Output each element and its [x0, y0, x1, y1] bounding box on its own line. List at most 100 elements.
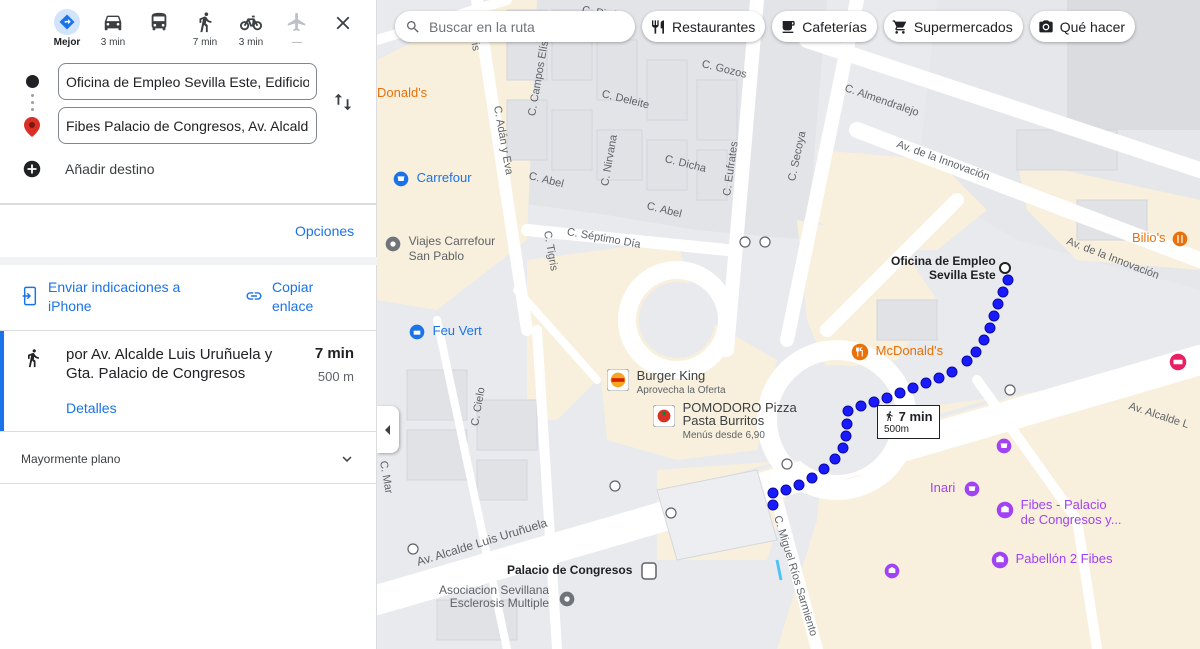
poi-label: Inari — [930, 480, 956, 495]
add-circle-icon — [23, 160, 41, 178]
ticket-pin-icon — [1169, 353, 1187, 371]
poi-asociacion[interactable]: Asociacion Sevillana Esclerosis Multiple — [439, 584, 575, 610]
origin-label-line: Sevilla Este — [929, 268, 996, 282]
poi-label: Asociacion Sevillana — [439, 583, 550, 597]
route-search-box[interactable]: Buscar en la ruta — [395, 11, 635, 42]
shopping-pin-icon — [996, 438, 1012, 454]
origin-dot-icon — [26, 75, 39, 88]
travel-mode-label — [136, 37, 182, 49]
options-button[interactable]: Opciones — [295, 223, 354, 239]
route-option-card[interactable]: por Av. Alcalde Luis Uruñuela y Gta. Pal… — [0, 330, 377, 432]
poi-viajes-carrefour[interactable]: Viajes Carrefour San Pablo — [385, 234, 495, 264]
restaurant-pin-icon — [1172, 231, 1188, 246]
walk-icon — [23, 347, 43, 374]
travel-mode-label: 3 min — [100, 37, 126, 48]
close-icon — [336, 16, 350, 30]
poi-mcdonalds-top[interactable]: Donald's — [377, 85, 427, 100]
copy-link-button[interactable]: Copiar enlace — [245, 278, 332, 316]
destination-pin-icon — [24, 117, 40, 142]
poi-mcdonalds[interactable]: McDonald's — [851, 343, 943, 361]
restaurant-pin-icon — [851, 343, 869, 361]
close-directions-button[interactable] — [332, 12, 354, 34]
chip-cafes[interactable]: Cafeterías — [772, 11, 877, 42]
chip-supermarkets[interactable]: Supermercados — [883, 11, 1023, 42]
map-canvas[interactable]: Buscar en la ruta Restaurantes Cafetería… — [377, 0, 1200, 649]
poi-feu-vert[interactable]: Feu Vert — [409, 323, 482, 340]
travel-mode-label: Mejor — [53, 37, 81, 48]
travel-mode-label: 7 min — [192, 37, 218, 48]
swap-route-button[interactable] — [332, 91, 354, 118]
poi-pomodoro[interactable]: POMODORO Pizza Pasta Burritos Menús desd… — [652, 401, 797, 442]
link-icon — [246, 292, 262, 300]
destination-input[interactable] — [58, 107, 317, 144]
travel-mode-car[interactable]: 3 min — [90, 8, 136, 52]
poi-label: Fibes - Palacio — [1020, 497, 1107, 512]
bus-icon — [136, 10, 182, 34]
walk-icon — [182, 10, 228, 34]
poi-palacio-congresos[interactable]: Palacio de Congresos — [507, 563, 632, 577]
car-service-pin-icon — [409, 324, 425, 339]
poi-label: Esclerosis Multiple — [449, 596, 550, 610]
send-to-phone-label: Enviar indicaciones a iPhone — [48, 279, 181, 314]
poi-pin-small[interactable] — [996, 438, 1012, 459]
route-details-link[interactable]: Detalles — [66, 400, 117, 416]
poi-pin-small[interactable] — [884, 563, 900, 584]
elevation-summary[interactable]: Mayormente plano — [0, 433, 377, 484]
burger-king-logo-icon — [606, 368, 630, 392]
travel-mode-bike[interactable]: 3 min — [228, 8, 274, 52]
send-to-phone-icon — [22, 286, 37, 306]
route-dots-icon — [31, 94, 34, 115]
car-icon — [90, 10, 136, 34]
origin-map-label: Oficina de Empleo Sevilla Este — [891, 254, 996, 282]
elevation-label: Mayormente plano — [21, 452, 121, 466]
cart-icon — [892, 19, 906, 34]
route-distance: 500 m — [317, 369, 354, 384]
add-destination-button[interactable]: Añadir destino — [23, 160, 155, 178]
poi-label: Pabellón 2 Fibes — [1015, 551, 1113, 567]
poi-burger-king[interactable]: Burger King Aprovecha la Oferta — [606, 368, 726, 397]
collapse-panel-button[interactable] — [377, 406, 399, 453]
travel-mode-walk[interactable]: 7 min — [182, 8, 228, 52]
poi-label: McDonald's — [875, 343, 944, 359]
travel-mode-label: 3 min — [238, 37, 264, 48]
shopping-pin-icon — [964, 481, 980, 496]
travel-mode-flight[interactable]: — — [274, 8, 320, 52]
venue-pin-icon — [996, 501, 1014, 519]
poi-carrefour[interactable]: Carrefour — [393, 170, 472, 187]
travel-mode-best[interactable]: Mejor — [44, 8, 90, 52]
chip-restaurants[interactable]: Restaurantes — [642, 11, 766, 42]
poi-label: San Pablo — [408, 249, 465, 263]
chip-label: Cafeterías — [802, 18, 867, 35]
send-to-phone-button[interactable]: Enviar indicaciones a iPhone — [22, 278, 198, 316]
origin-label-line: Oficina de Empleo — [891, 254, 996, 268]
poi-label: Burger King — [636, 368, 706, 383]
poi-bilios[interactable]: Bilio's — [1132, 230, 1188, 247]
poi-label: de Congresos y... — [1020, 512, 1122, 527]
place-pin-icon — [385, 236, 401, 252]
poi-label: Pasta Burritos — [682, 413, 765, 428]
map-chip-bar: Buscar en la ruta Restaurantes Cafetería… — [395, 11, 1142, 42]
route-callout[interactable]: 7 min 500m — [877, 405, 940, 439]
directions-icon — [54, 9, 80, 35]
poi-pabellon[interactable]: Pabellón 2 Fibes — [991, 551, 1112, 569]
poi-fibes[interactable]: Fibes - Palacio de Congresos y... — [996, 497, 1122, 527]
poi-label: Carrefour — [416, 170, 472, 185]
route-duration: 7 min — [314, 345, 354, 362]
venue-pin-icon — [991, 551, 1009, 569]
divider — [0, 203, 377, 205]
directions-panel: Mejor 3 min 7 min 3 min — Oficina de Emp… — [0, 0, 377, 649]
walk-icon — [886, 411, 893, 422]
divider — [0, 257, 377, 265]
route-callout-duration: 7 min — [884, 409, 933, 424]
route-callout-distance: 500m — [884, 424, 910, 435]
travel-mode-label: — — [292, 37, 302, 48]
chip-label: Qué hacer — [1059, 18, 1126, 35]
venue-pin-icon — [884, 563, 900, 579]
chip-things-to-do[interactable]: Qué hacer — [1029, 11, 1136, 42]
shopping-pin-icon — [393, 171, 409, 186]
origin-input[interactable] — [58, 63, 317, 100]
poi-pin-offscreen[interactable] — [1169, 353, 1187, 376]
selected-route-indicator — [0, 331, 4, 431]
travel-mode-transit[interactable] — [136, 8, 182, 52]
poi-inari[interactable]: Inari — [930, 480, 980, 497]
